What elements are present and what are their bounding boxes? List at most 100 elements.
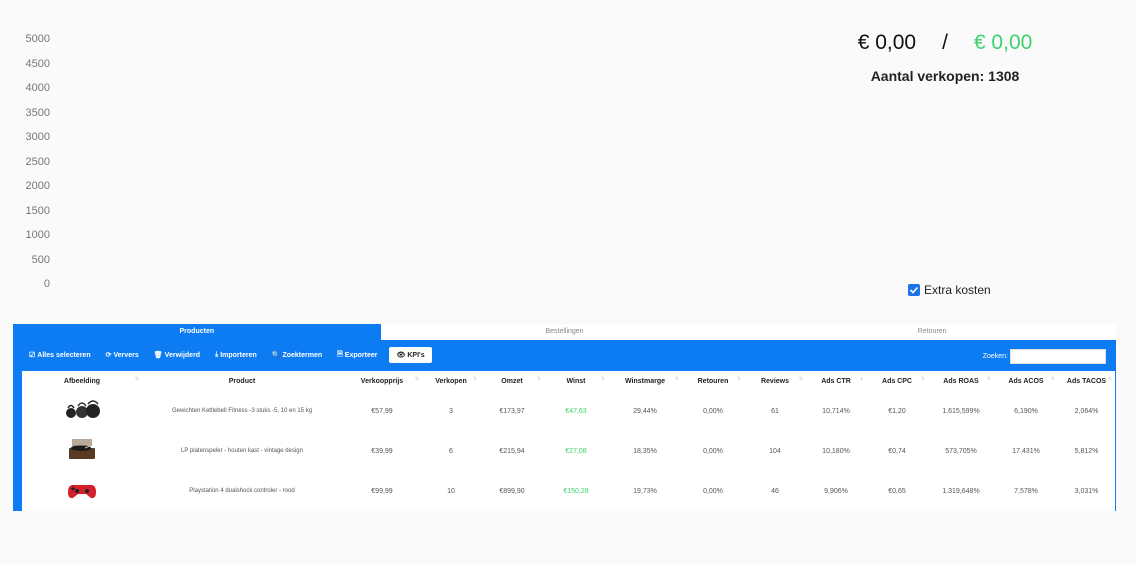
sales-cell: 6 <box>449 447 453 455</box>
col-header-image[interactable]: Afbeelding ⇅ <box>22 371 142 391</box>
col-header-price[interactable]: Verkoopprijs ⇅ <box>342 371 422 391</box>
kpis-label: KPI's <box>407 351 425 359</box>
sort-desc-icon: ↓ <box>860 376 864 382</box>
trash-icon: 🗑 <box>153 352 163 359</box>
keywords-button[interactable]: 🔍 Zoektermen <box>272 351 323 360</box>
ads-roas-cell: 573,705% <box>945 447 977 455</box>
price-cell: €57,99 <box>371 407 393 415</box>
product-name: Gewichten Kettlebell Fitness -3 stuks -5… <box>171 408 313 414</box>
totals-row: € 0,00 / € 0,00 <box>840 30 1050 56</box>
sort-icon: ⇅ <box>536 376 541 382</box>
sort-icon: ⇅ <box>472 376 477 382</box>
extra-costs-toggle[interactable]: Extra kosten <box>908 283 991 297</box>
y-tick: 500 <box>31 254 50 266</box>
download-icon: ⤓ <box>215 351 219 358</box>
import-button[interactable]: ⤓ Importeren <box>215 351 257 359</box>
col-header-ads-ctr[interactable]: Ads CTR ↓ <box>806 371 866 391</box>
margin-cell: 29,44% <box>633 407 657 415</box>
product-image-cell <box>22 391 142 431</box>
select-all-button[interactable]: ☑ Alles selecteren <box>29 351 91 360</box>
product-name: Playstation 4 dualshock controler - rood <box>189 488 295 494</box>
profit-cell: €150,28 <box>563 487 589 495</box>
refresh-button[interactable]: ⟳ Ververs <box>105 351 139 360</box>
sales-count: Aantal verkopen: 1308 <box>870 68 1020 84</box>
ads-ctr-cell: 10,714% <box>822 407 850 415</box>
refresh-icon: ⟳ <box>105 352 112 359</box>
sort-icon: ⇅ <box>134 376 139 382</box>
reviews-cell: 104 <box>769 447 781 455</box>
reviews-cell: 61 <box>771 407 779 415</box>
sales-cell: 10 <box>447 487 455 495</box>
y-tick: 1000 <box>25 229 50 241</box>
y-tick: 5000 <box>25 33 50 45</box>
ads-cpc-cell: €0,65 <box>888 487 906 495</box>
col-header-sales[interactable]: Verkopen ⇅ <box>422 371 480 391</box>
returns-cell: 0,00% <box>703 447 723 455</box>
profit-cell: €27,08 <box>565 447 587 455</box>
sort-icon: ⇅ <box>798 376 803 382</box>
products-table: Afbeelding ⇅ Product Verkoopprijs ⇅ Verkop… <box>22 371 1115 511</box>
table-row[interactable]: Playstation 4 dualshock controler - rood… <box>22 471 1115 511</box>
product-image-cell <box>22 431 142 471</box>
tab-retouren[interactable]: Retouren <box>748 324 1117 340</box>
ads-ctr-cell: 10,180% <box>822 447 850 455</box>
keywords-label: Zoektermen <box>282 351 323 359</box>
table-row[interactable]: Gewichten Kettlebell Fitness -3 stuks -5… <box>22 391 1115 431</box>
tab-bar: Producten Bestellingen Retouren <box>13 324 1117 340</box>
kettlebells-image <box>66 400 100 418</box>
ads-ctr-cell: 9,906% <box>824 487 848 495</box>
chart-y-axis: 5000 4500 4000 3500 3000 2500 2000 1500 … <box>0 0 60 300</box>
col-header-ads-tacos[interactable]: Ads TACOS ⇅ <box>1058 371 1115 391</box>
import-label: Importeren <box>220 351 257 359</box>
col-header-revenue[interactable]: Omzet ⇅ <box>480 371 544 391</box>
y-tick: 4500 <box>25 58 50 70</box>
col-header-ads-cpc[interactable]: Ads CPC ⇅ <box>866 371 928 391</box>
sort-icon: ⇅ <box>600 376 605 382</box>
ads-cpc-cell: €0,74 <box>888 447 906 455</box>
ads-tacos-cell: 2,064% <box>1074 407 1099 415</box>
table-row[interactable]: LP platenspeler - houten kast - vintage … <box>22 431 1115 471</box>
delete-button[interactable]: 🗑 Verwijderd <box>153 351 200 360</box>
sort-icon: ⇅ <box>986 376 991 382</box>
extra-costs-label: Extra kosten <box>924 283 991 297</box>
search-input[interactable] <box>1010 349 1106 364</box>
margin-cell: 19,73% <box>633 487 657 495</box>
record-player-image <box>69 439 95 459</box>
col-header-returns[interactable]: Retouren ⇅ <box>682 371 744 391</box>
ads-acos-cell: 6,190% <box>1014 407 1038 415</box>
totals-separator: / <box>942 31 948 54</box>
ads-acos-cell: 7,578% <box>1014 487 1038 495</box>
col-header-profit[interactable]: Winst ⇅ <box>544 371 608 391</box>
sales-cell: 3 <box>449 407 453 415</box>
col-header-reviews[interactable]: Reviews ⇅ <box>744 371 806 391</box>
price-cell: €99,99 <box>371 487 393 495</box>
sort-icon: ⇅ <box>920 376 925 382</box>
product-image-cell <box>22 471 142 511</box>
controller-image <box>68 484 96 499</box>
toolbar: ☑ Alles selecteren ⟳ Ververs 🗑 Verwijder… <box>13 340 1116 370</box>
checkbox-icon[interactable] <box>908 284 920 296</box>
ads-acos-cell: 17,431% <box>1012 447 1040 455</box>
col-header-margin[interactable]: Winstmarge ⇅ <box>608 371 682 391</box>
checkbox-icon: ☑ <box>29 352 36 359</box>
kpis-button[interactable]: 👁 KPI's <box>389 347 432 363</box>
margin-cell: 18,35% <box>633 447 657 455</box>
table-header-row: Afbeelding ⇅ Product Verkoopprijs ⇅ Verkop… <box>22 371 1115 391</box>
export-button[interactable]: 🗎 Exporteer <box>337 350 377 361</box>
export-label: Exporteer <box>344 351 378 359</box>
revenue-cell: €899,90 <box>499 487 525 495</box>
tab-bestellingen[interactable]: Bestellingen <box>380 324 749 340</box>
returns-cell: 0,00% <box>703 407 723 415</box>
col-header-ads-roas[interactable]: Ads ROAS ⇅ <box>928 371 994 391</box>
y-tick: 1500 <box>25 205 50 217</box>
sort-icon: ⇅ <box>736 376 741 382</box>
revenue-cell: €215,94 <box>499 447 525 455</box>
ads-cpc-cell: €1,20 <box>888 407 906 415</box>
ads-roas-cell: 1.319,648% <box>942 487 980 495</box>
reviews-cell: 46 <box>771 487 779 495</box>
product-name: LP platenspeler - houten kast - vintage … <box>181 448 303 454</box>
tab-producten[interactable]: Producten <box>13 324 381 340</box>
refresh-label: Ververs <box>113 351 139 359</box>
col-header-product[interactable]: Product <box>142 371 342 391</box>
col-header-ads-acos[interactable]: Ads ACOS ⇅ <box>994 371 1058 391</box>
